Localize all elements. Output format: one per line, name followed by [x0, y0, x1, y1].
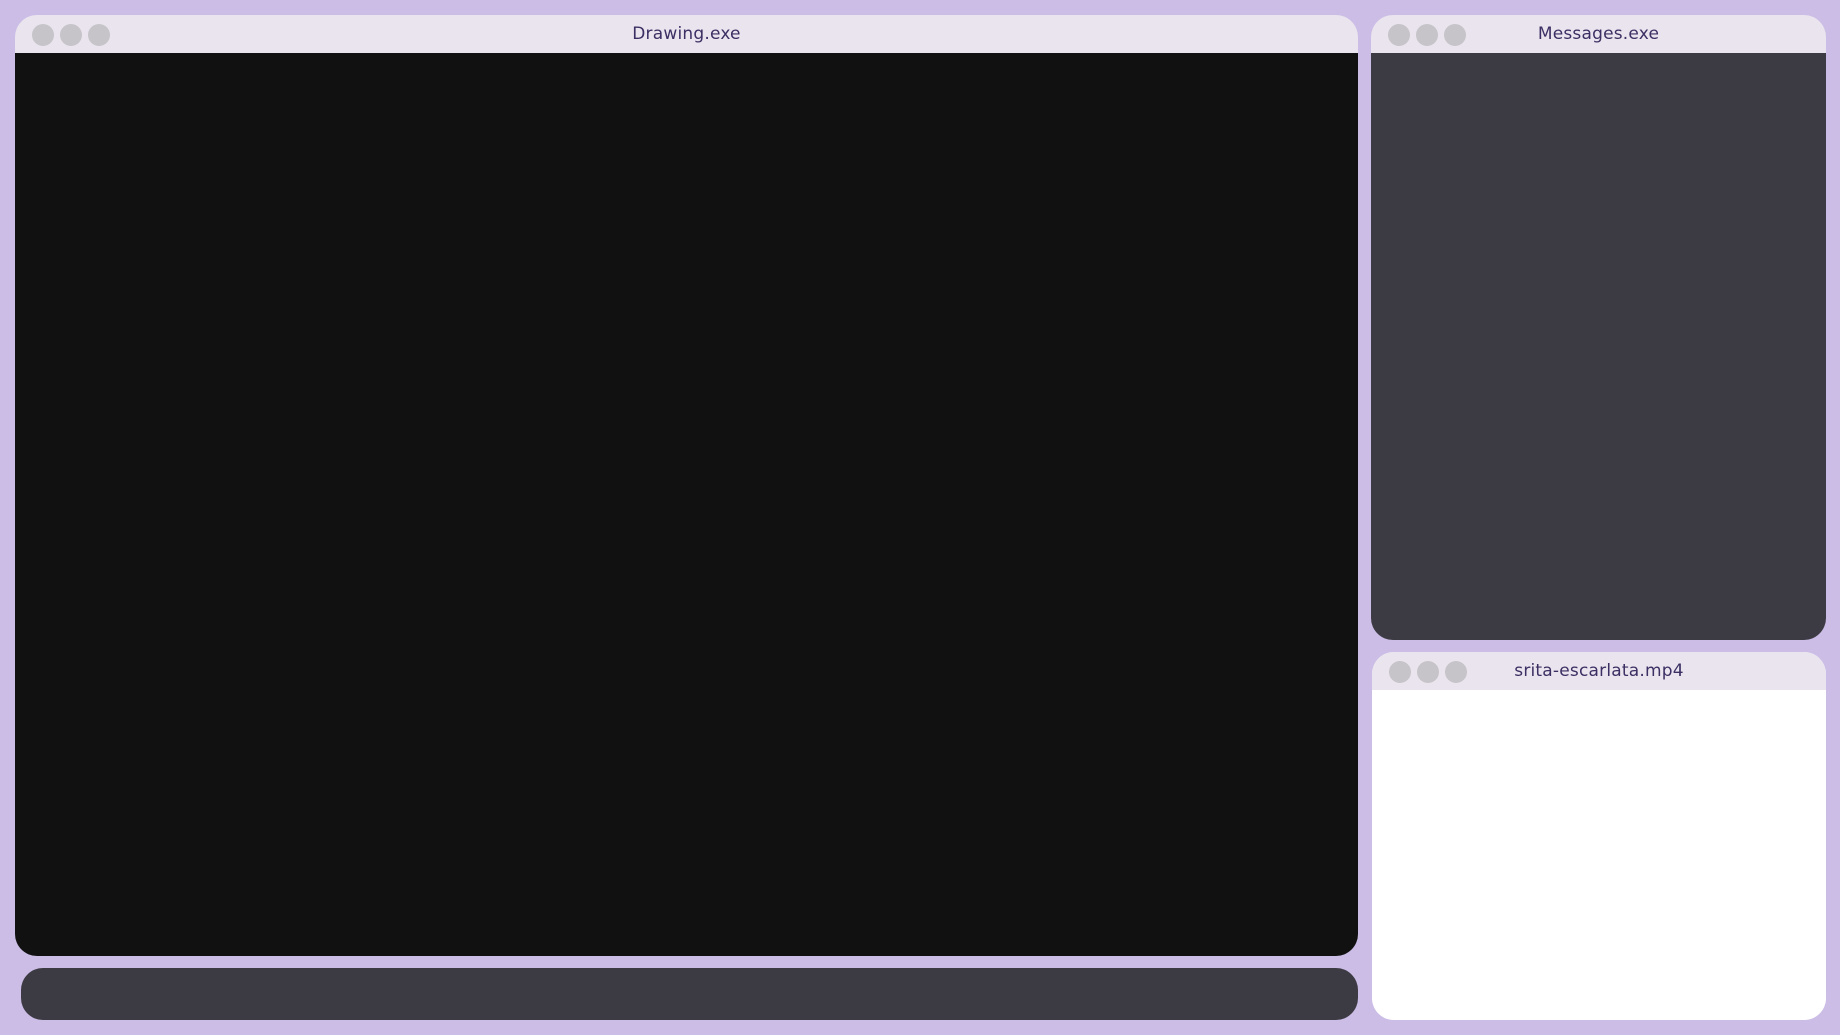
messages-window-title: Messages.exe	[1537, 24, 1660, 44]
drawing-canvas[interactable]	[15, 53, 1358, 956]
messages-panel[interactable]	[1371, 53, 1826, 640]
bottom-bar[interactable]	[21, 968, 1358, 1020]
drawing-titlebar[interactable]: Drawing.exe	[15, 15, 1358, 53]
video-window: srita-escarlata.mp4	[1372, 652, 1826, 1020]
messages-titlebar[interactable]: Messages.exe	[1371, 15, 1826, 53]
drawing-window-title: Drawing.exe	[632, 24, 741, 44]
messages-window: Messages.exe	[1371, 15, 1826, 640]
video-player[interactable]	[1372, 690, 1826, 1020]
video-titlebar[interactable]: srita-escarlata.mp4	[1372, 652, 1826, 690]
video-window-title: srita-escarlata.mp4	[1514, 661, 1684, 681]
drawing-window: Drawing.exe	[15, 15, 1358, 956]
